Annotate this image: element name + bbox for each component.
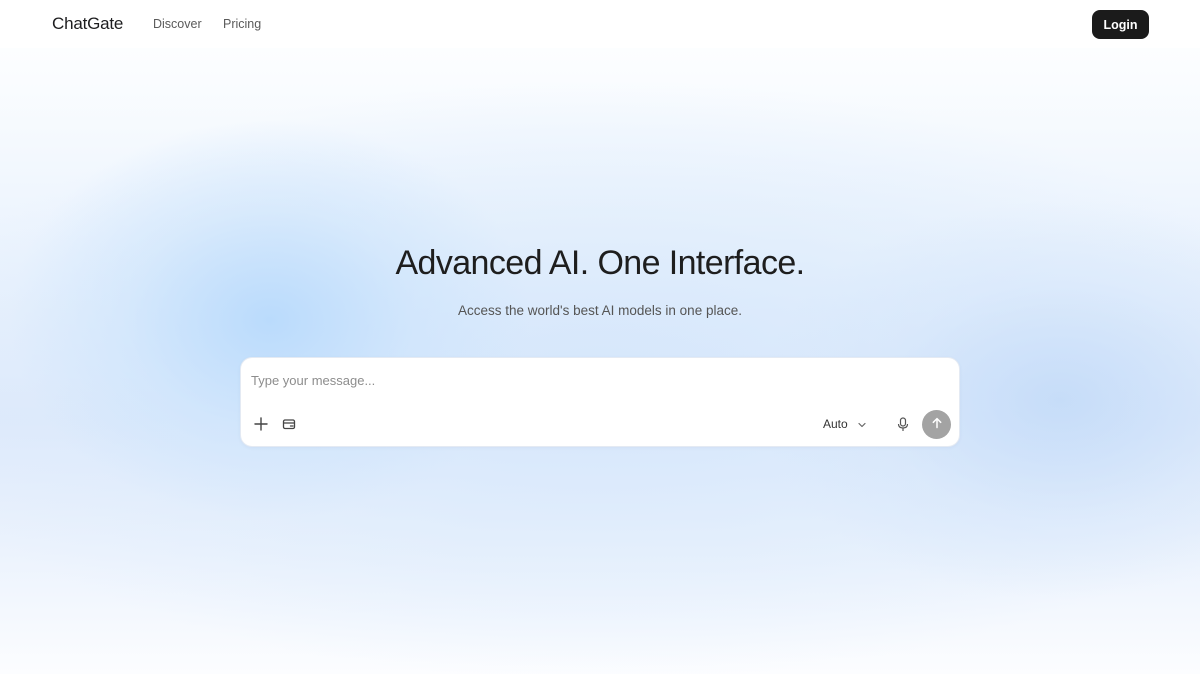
brand-logo[interactable]: ChatGate: [52, 14, 123, 34]
top-navigation-bar: ChatGate Discover Pricing Login: [0, 0, 1200, 48]
arrow-up-icon: [931, 417, 943, 432]
send-button[interactable]: [922, 410, 951, 439]
hero-title: Advanced AI. One Interface.: [395, 244, 805, 282]
message-composer: Auto: [240, 357, 960, 447]
plus-icon[interactable]: [251, 414, 271, 434]
message-input[interactable]: [251, 370, 941, 390]
chevron-down-icon: [858, 417, 866, 431]
model-select-value: Auto: [823, 417, 848, 431]
model-select[interactable]: Auto: [823, 415, 866, 433]
nav-link-discover[interactable]: Discover: [153, 17, 202, 31]
login-button[interactable]: Login: [1092, 10, 1149, 39]
attach-icon[interactable]: [279, 414, 299, 434]
nav-link-pricing[interactable]: Pricing: [223, 17, 261, 31]
hero-subtitle: Access the world's best AI models in one…: [458, 303, 742, 318]
microphone-icon[interactable]: [893, 414, 913, 434]
